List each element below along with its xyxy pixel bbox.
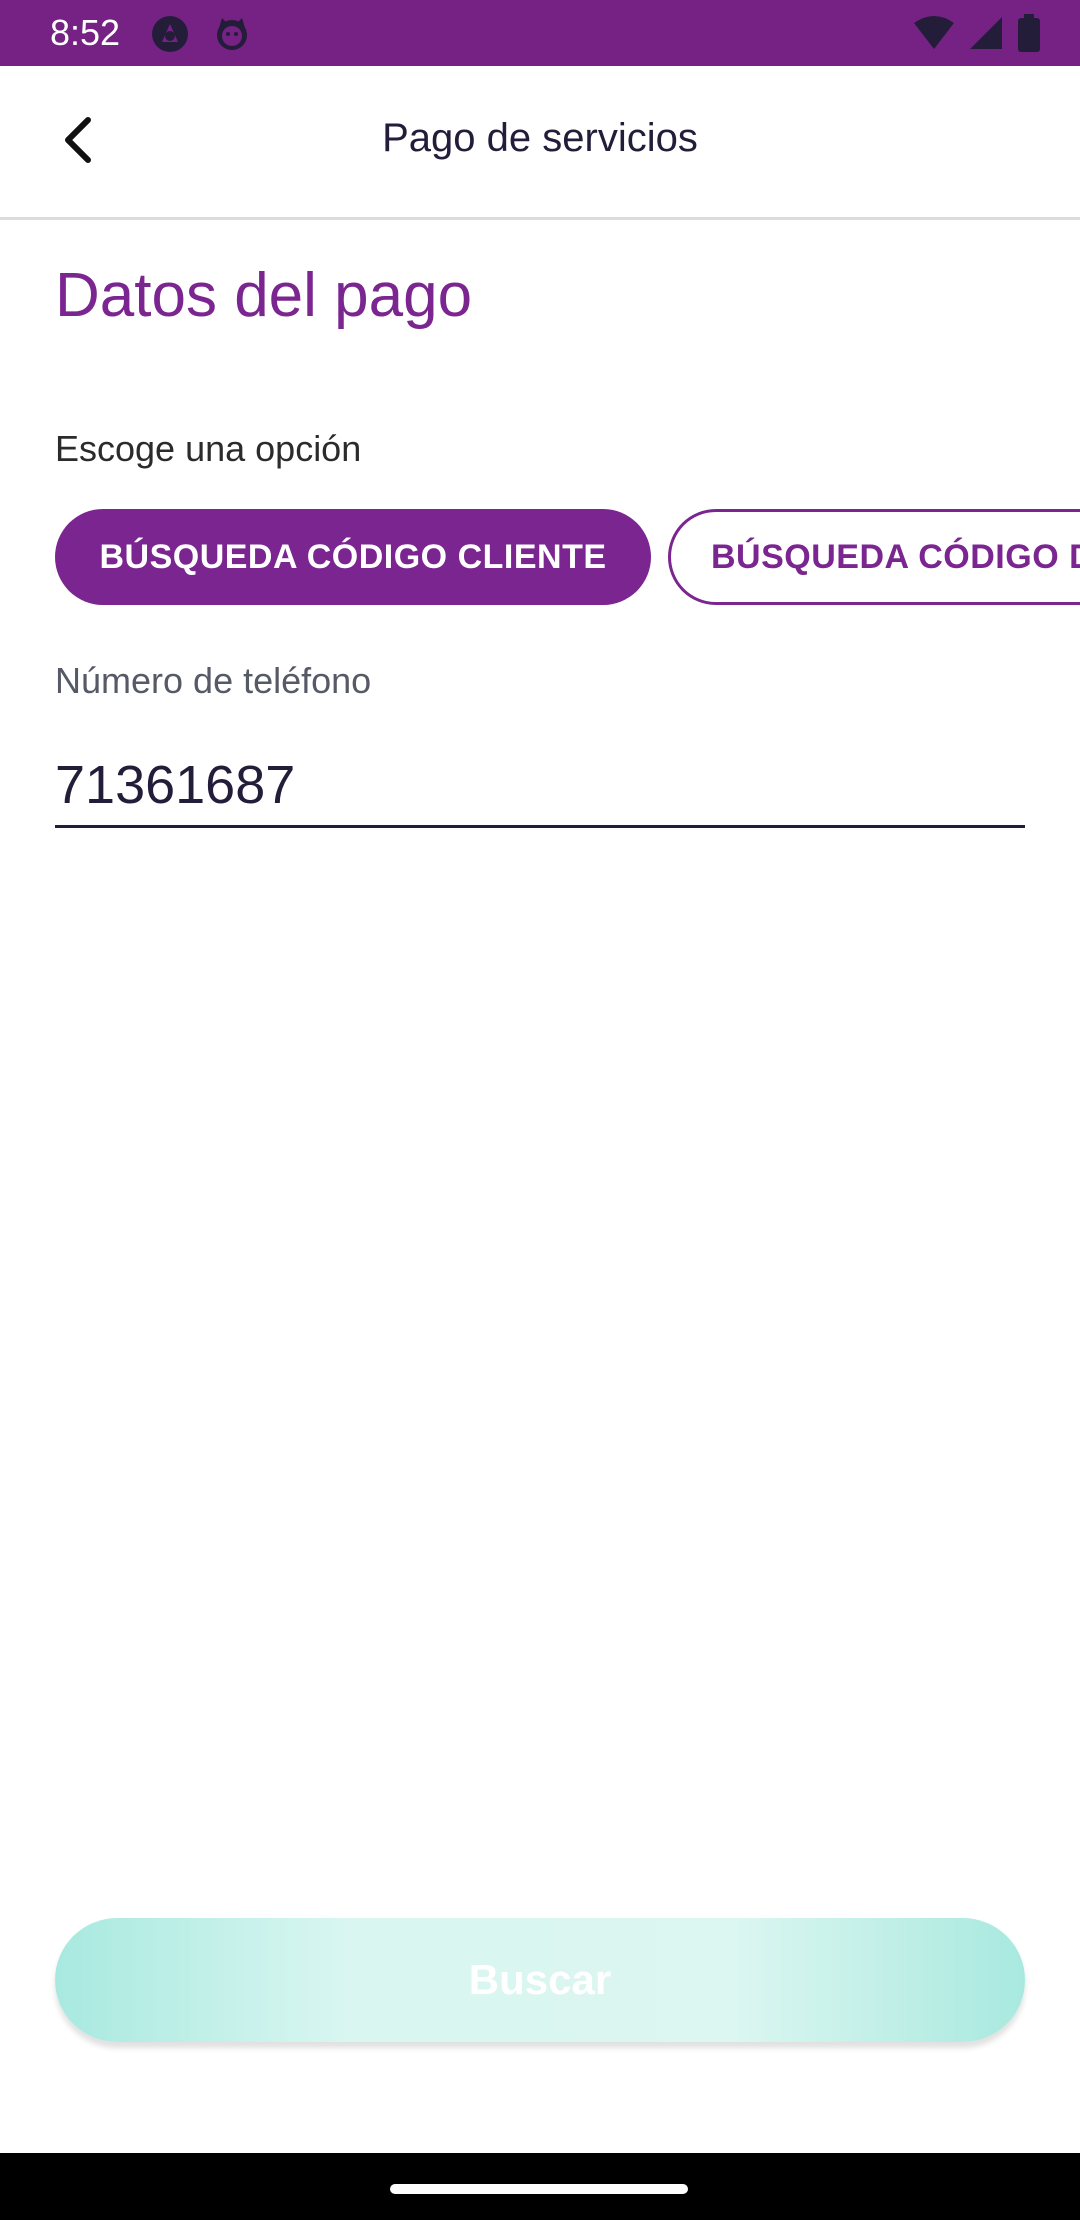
option-chip-other-code[interactable]: BÚSQUEDA CÓDIGO D <box>668 509 1080 605</box>
page-title: Pago de servicios <box>382 116 698 160</box>
phone-field-label: Número de teléfono <box>55 660 372 701</box>
status-indicators <box>914 14 1040 52</box>
option-label: Escoge una opción <box>55 428 362 469</box>
cat-face-icon <box>217 18 247 50</box>
app-bar: Pago de servicios <box>0 66 1080 220</box>
search-option-chips: BÚSQUEDA CÓDIGO CLIENTE BÚSQUEDA CÓDIGO … <box>55 509 1080 605</box>
signal-icon <box>970 17 1002 49</box>
wifi-icon <box>914 16 954 49</box>
phone-number-input[interactable] <box>55 744 1025 828</box>
home-indicator[interactable] <box>390 2184 688 2194</box>
search-button[interactable]: Buscar <box>55 1918 1025 2042</box>
status-time: 8:52 <box>50 12 121 53</box>
battery-icon <box>1018 14 1040 52</box>
app-notification-icon <box>152 16 188 52</box>
status-bar: 8:52 <box>0 0 1080 66</box>
option-chip-client-code[interactable]: BÚSQUEDA CÓDIGO CLIENTE <box>55 509 651 605</box>
screen: 8:52 Pago de servicios Datos del pago Es… <box>0 0 1080 2220</box>
section-title: Datos del pago <box>55 261 473 330</box>
